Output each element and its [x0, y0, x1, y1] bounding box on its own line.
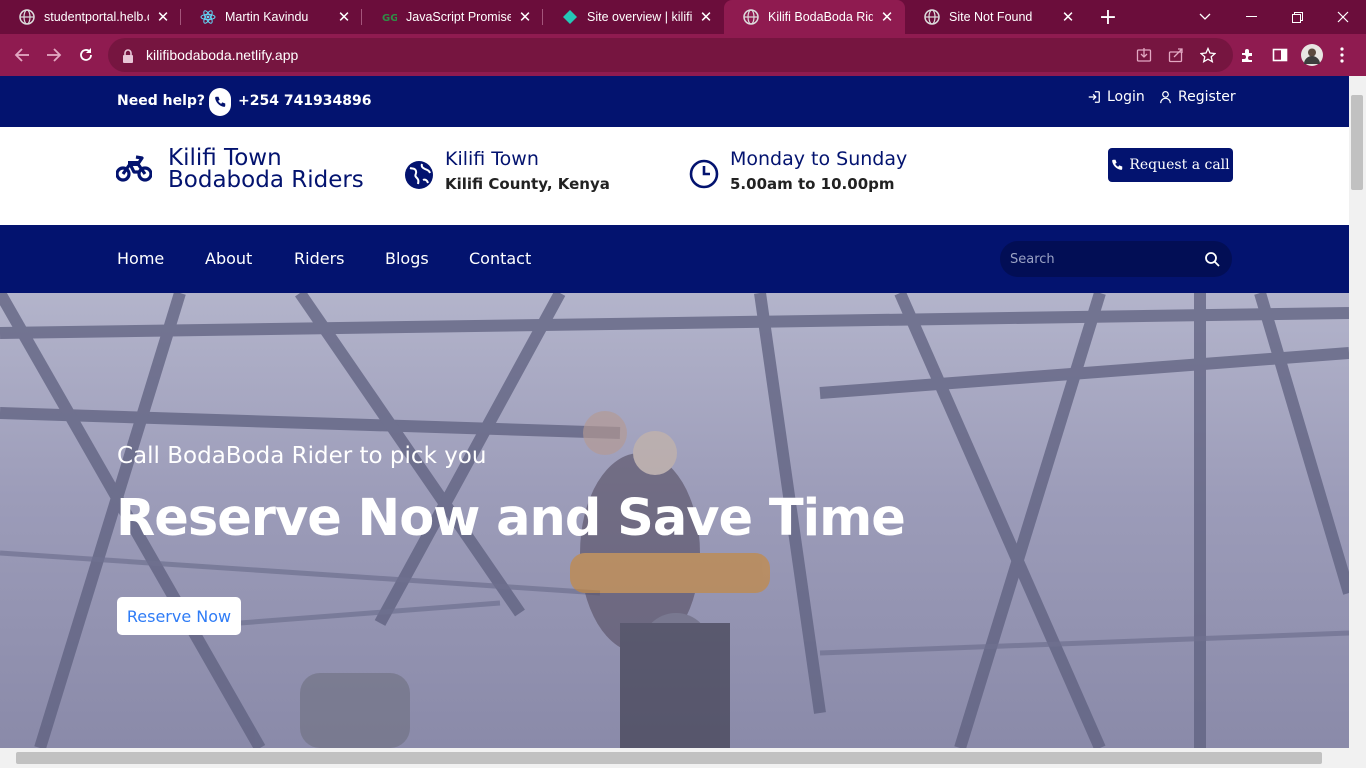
search-icon[interactable]	[1204, 251, 1220, 271]
tab-search-icon[interactable]	[1182, 0, 1228, 34]
avatar[interactable]	[1296, 39, 1328, 71]
tab-title: Site Not Found	[949, 10, 1033, 24]
close-icon[interactable]: ✕	[517, 8, 533, 26]
side-panel-icon[interactable]	[1264, 39, 1296, 71]
bookmark-star-icon[interactable]	[1192, 39, 1224, 71]
hero-title: Reserve Now and Save Time	[116, 489, 906, 548]
login-label: Login	[1107, 89, 1145, 105]
top-info-bar: Need help? +254 741934896 Login Register	[0, 76, 1349, 127]
login-icon	[1088, 91, 1100, 103]
nav-home[interactable]: Home	[117, 249, 164, 268]
clock-icon	[689, 159, 719, 193]
menu-icon[interactable]	[1330, 39, 1354, 71]
user-icon	[1160, 90, 1171, 104]
nav-contact[interactable]: Contact	[469, 249, 531, 268]
close-icon[interactable]: ✕	[1060, 8, 1076, 26]
tab-strip: studentportal.helb.co.ke ✕ Martin Kavind…	[0, 0, 1366, 34]
svg-text:GG: GG	[382, 13, 397, 24]
phone-icon	[1112, 159, 1123, 170]
request-call-label: Request a call	[1129, 157, 1230, 173]
minimize-icon[interactable]	[1228, 0, 1274, 34]
hours-title: Monday to Sunday	[730, 148, 908, 170]
nav-about[interactable]: About	[205, 249, 252, 268]
globe-icon	[743, 9, 759, 25]
share-icon[interactable]	[1160, 39, 1192, 71]
brand-line-2: Bodaboda Riders	[168, 167, 364, 193]
netlify-icon	[562, 9, 578, 25]
request-call-button[interactable]: Request a call	[1108, 148, 1233, 182]
location-title: Kilifi Town	[445, 148, 539, 170]
nav-riders[interactable]: Riders	[294, 249, 344, 268]
site-header: Kilifi Town Bodaboda Riders Kilifi Town …	[0, 127, 1349, 225]
help-label: Need help?	[117, 93, 206, 109]
restore-icon[interactable]	[1274, 0, 1320, 34]
globe-icon	[404, 160, 434, 194]
close-icon[interactable]: ✕	[879, 8, 895, 26]
close-icon[interactable]: ✕	[336, 8, 352, 26]
hero-subtitle: Call BodaBoda Rider to pick you	[117, 443, 487, 469]
close-icon[interactable]: ✕	[155, 8, 171, 26]
tab-title: Kilifi BodaBoda Riders	[768, 10, 873, 24]
register-label: Register	[1178, 89, 1236, 105]
address-bar: kilifibodaboda.netlify.app	[0, 34, 1366, 76]
phone-number[interactable]: +254 741934896	[238, 93, 372, 109]
register-link[interactable]: Register	[1159, 89, 1236, 105]
tab-2[interactable]: GG JavaScript Promise - G ✕	[362, 0, 543, 34]
phone-icon	[209, 88, 231, 116]
globe-icon	[19, 9, 35, 25]
location-info: Kilifi Town Kilifi County, Kenya	[445, 147, 610, 193]
search-input[interactable]	[1010, 251, 1190, 267]
nav-blogs[interactable]: Blogs	[385, 249, 429, 268]
globe-icon	[924, 9, 940, 25]
new-tab-button[interactable]: +	[1094, 3, 1122, 31]
tab-4[interactable]: Kilifi BodaBoda Riders ✕	[724, 0, 905, 34]
brand-line-1: Kilifi Town	[168, 145, 282, 171]
lock-icon	[122, 48, 136, 63]
reserve-now-button[interactable]: Reserve Now	[117, 597, 241, 635]
install-icon[interactable]	[1128, 39, 1160, 71]
url-field[interactable]: kilifibodaboda.netlify.app	[108, 38, 1233, 72]
horizontal-scroll-thumb[interactable]	[16, 752, 1322, 764]
web-page: Need help? +254 741934896 Login Register…	[0, 76, 1349, 748]
site-brand[interactable]: Kilifi Town Bodaboda Riders	[168, 145, 364, 193]
tab-1[interactable]: Martin Kavindu ✕	[181, 0, 362, 34]
react-icon	[200, 9, 216, 25]
tab-title: Martin Kavindu	[225, 10, 309, 24]
reload-icon[interactable]	[70, 39, 102, 71]
tab-title: studentportal.helb.co.ke	[44, 10, 149, 24]
hours-sub: 5.00am to 10.00pm	[730, 175, 895, 193]
forward-icon[interactable]	[38, 39, 70, 71]
close-icon[interactable]: ✕	[698, 8, 714, 26]
extensions-icon[interactable]	[1232, 39, 1264, 71]
tab-0[interactable]: studentportal.helb.co.ke ✕	[0, 0, 181, 34]
motorcycle-icon	[115, 152, 153, 186]
hero-banner: Call BodaBoda Rider to pick you Reserve …	[0, 293, 1349, 748]
back-icon[interactable]	[6, 39, 38, 71]
geeks-icon: GG	[381, 9, 397, 25]
hours-info: Monday to Sunday 5.00am to 10.00pm	[730, 147, 907, 193]
tab-3[interactable]: Site overview | kilifibo ✕	[543, 0, 724, 34]
tab-title: Site overview | kilifibo	[587, 10, 692, 24]
url-text: kilifibodaboda.netlify.app	[146, 47, 299, 63]
login-link[interactable]: Login	[1087, 89, 1145, 105]
location-sub: Kilifi County, Kenya	[445, 175, 610, 193]
search-box	[1000, 241, 1232, 277]
tab-5[interactable]: Site Not Found ✕	[905, 0, 1086, 34]
close-window-icon[interactable]	[1320, 0, 1366, 34]
vertical-scroll-thumb[interactable]	[1351, 95, 1363, 190]
tab-title: JavaScript Promise - G	[406, 10, 511, 24]
main-nav: Home About Riders Blogs Contact	[0, 225, 1349, 293]
